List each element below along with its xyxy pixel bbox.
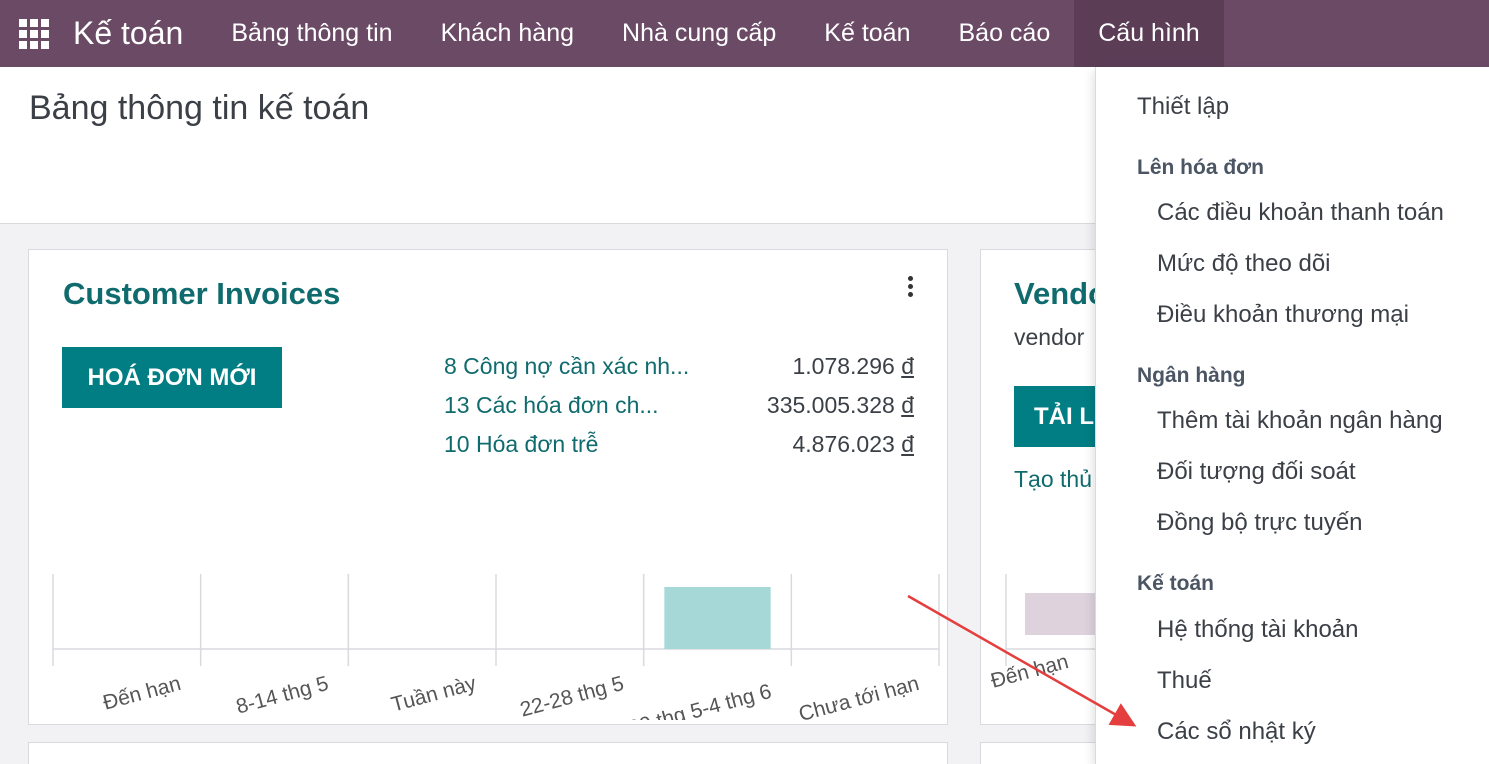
configuration-dropdown: Thiết lập Lên hóa đơn Các điều khoản tha… [1095,67,1489,764]
menu-item-chart-of-accounts[interactable]: Hệ thống tài khoản [1157,616,1358,644]
menu-item-incoterms[interactable]: Điều khoản thương mại [1157,301,1409,329]
kebab-menu-icon[interactable] [905,276,915,300]
top-navbar: Kế toán Bảng thông tin Khách hàng Nhà cu… [0,0,1489,67]
stat-row[interactable]: 10 Hóa đơn trễ 4.876.023 đ [444,431,914,458]
card-title[interactable]: Customer Invoices [63,276,340,312]
tick-label: Đến hạn [988,650,1071,693]
tick-label: 22-28 thg 5 [518,672,627,720]
vendor-bar [1025,593,1105,635]
nav-item-accounting[interactable]: Kế toán [800,0,934,67]
tick-label: Tuần này [389,672,479,717]
customer-invoices-card: Customer Invoices HOÁ ĐƠN MỚI 8 Công nợ … [28,249,948,725]
tick-label: Chưa tới hạn [796,672,921,720]
nav-item-customers[interactable]: Khách hàng [417,0,598,67]
aged-receivable-chart[interactable]: Đến hạn 8-14 thg 5 Tuần này 22-28 thg 5 29 t… [29,550,947,720]
app-brand[interactable]: Kế toán [73,15,183,52]
nav-item-dashboard[interactable]: Bảng thông tin [207,0,416,67]
nav-item-reporting[interactable]: Báo cáo [934,0,1074,67]
stat-row[interactable]: 8 Công nợ cần xác nh... 1.078.296 đ [444,353,914,380]
menu-header-banks: Ngân hàng [1137,364,1246,387]
page-title: Bảng thông tin kế toán [29,89,370,127]
menu-header-invoicing: Lên hóa đơn [1137,156,1264,179]
tick-label: 29 thg 5-4 thg 6 [626,680,774,720]
menu-header-accounting: Kế toán [1137,572,1215,595]
chart-bar [664,587,771,649]
menu-item-reconciliation-models[interactable]: Đối tượng đối soát [1157,458,1356,486]
tick-label: Đến hạn [101,672,184,715]
nav-item-configuration[interactable]: Cấu hình [1074,0,1224,67]
menu-item-online-sync[interactable]: Đồng bộ trực tuyến [1157,509,1363,537]
menu-item-settings[interactable]: Thiết lập [1137,93,1229,121]
card-bottom-partial [28,742,948,764]
menu-item-journals[interactable]: Các sổ nhật ký [1157,718,1316,746]
stat-label[interactable]: 13 Các hóa đơn ch... [444,392,659,419]
card-subtitle: vendor [1014,324,1085,350]
stat-value: 4.876.023 đ [792,431,914,457]
stat-value: 1.078.296 đ [792,353,914,379]
stat-label[interactable]: 10 Hóa đơn trễ [444,431,598,458]
nav-item-vendors[interactable]: Nhà cung cấp [598,0,800,67]
stat-label[interactable]: 8 Công nợ cần xác nh... [444,353,689,380]
menu-item-add-bank-account[interactable]: Thêm tài khoản ngân hàng [1157,407,1443,435]
menu-item-payment-terms[interactable]: Các điều khoản thanh toán [1157,199,1444,227]
tick-label: 8-14 thg 5 [234,672,331,719]
stat-row[interactable]: 13 Các hóa đơn ch... 335.005.328 đ [444,392,914,419]
apps-grid-icon[interactable] [19,18,49,49]
stat-value: 335.005.328 đ [766,392,914,418]
new-invoice-button[interactable]: HOÁ ĐƠN MỚI [62,347,282,408]
menu-item-taxes[interactable]: Thuế [1157,667,1212,695]
menu-item-follow-up-levels[interactable]: Mức độ theo dõi [1157,250,1331,278]
